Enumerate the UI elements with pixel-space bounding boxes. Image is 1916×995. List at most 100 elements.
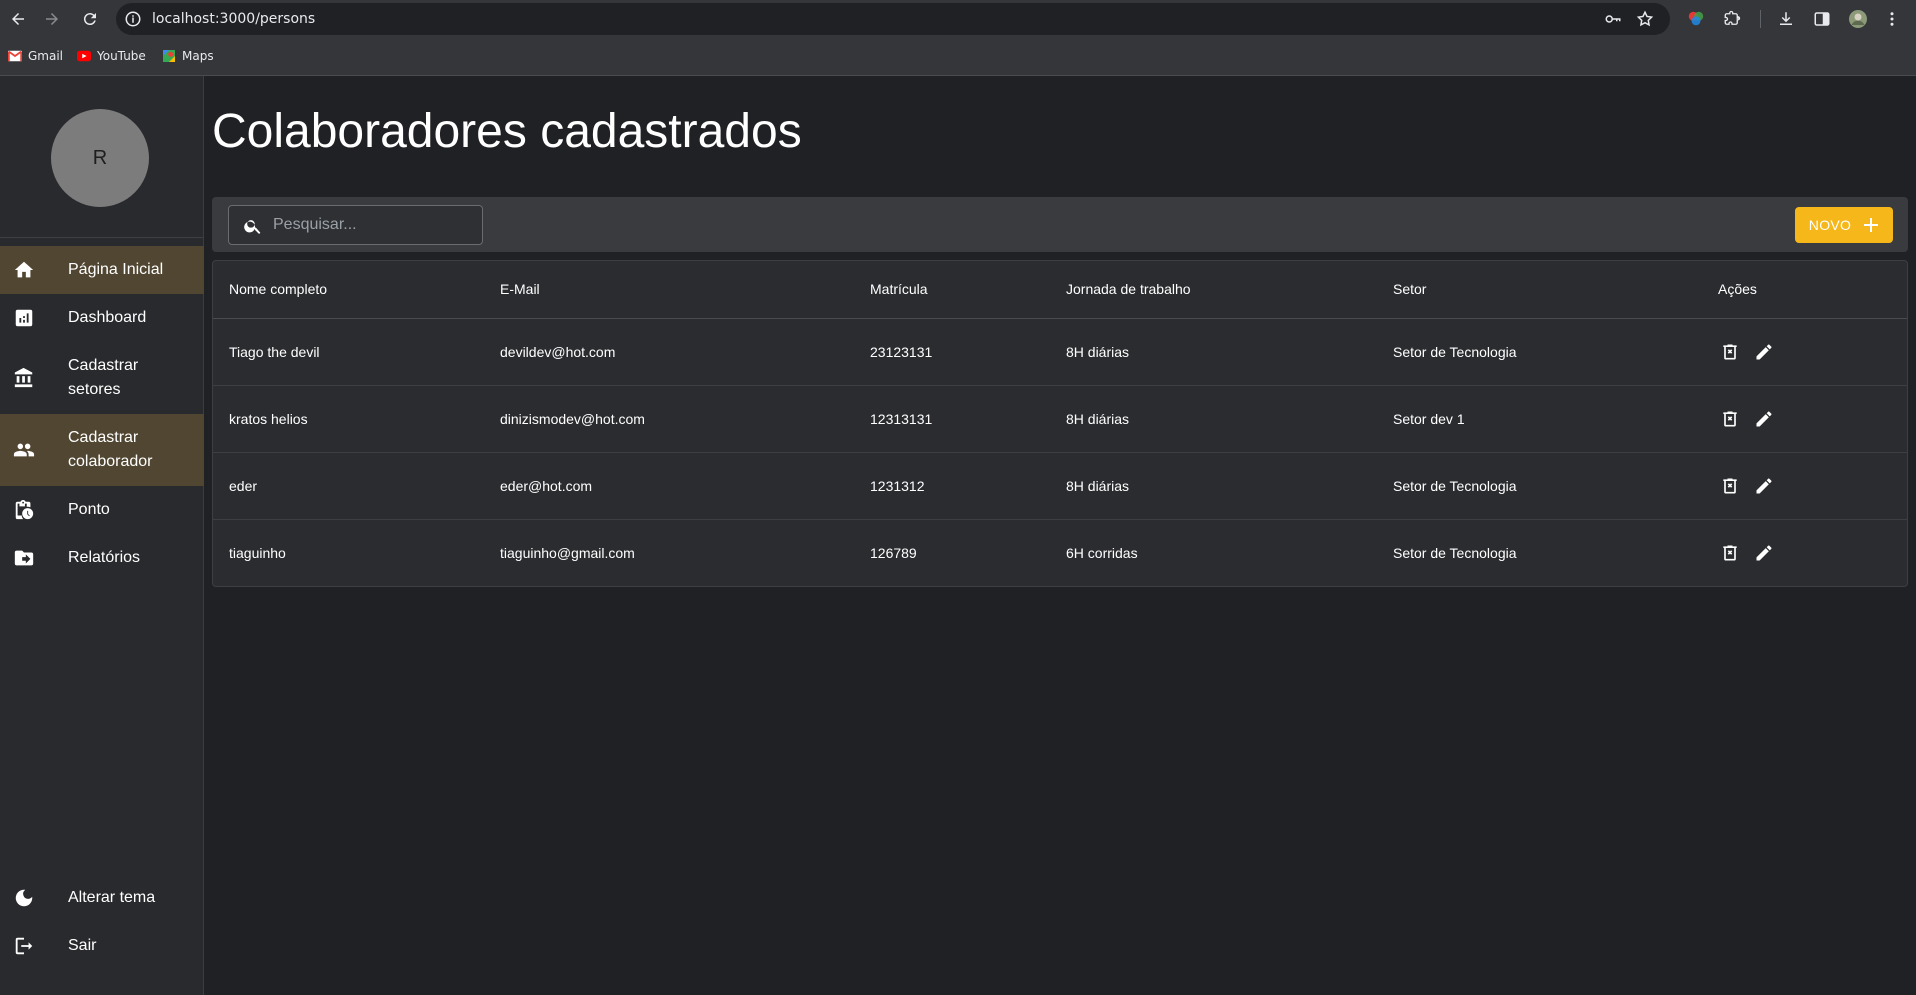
delete-icon[interactable]: [1718, 541, 1742, 565]
edit-icon[interactable]: [1752, 340, 1776, 364]
collaborators-table: Nome completo E-Mail Matrícula Jornada d…: [212, 260, 1908, 587]
cell-jornada: 8H diárias: [1066, 477, 1130, 494]
site-info-icon[interactable]: [124, 10, 142, 28]
edit-icon[interactable]: [1752, 541, 1776, 565]
url-text[interactable]: localhost:3000/persons: [152, 11, 315, 27]
extensions-icon[interactable]: [1722, 9, 1742, 29]
toolbar-separator: [1760, 10, 1761, 28]
cell-setor: Setor de Tecnologia: [1393, 343, 1517, 360]
sidebar-item-cadastrar-colaborador[interactable]: Cadastrar colaborador: [0, 414, 204, 486]
bookmark-label: Maps: [182, 49, 214, 63]
cell-matricula: 12313131: [870, 410, 933, 427]
gmail-icon: [8, 50, 22, 62]
download-icon[interactable]: [1776, 9, 1796, 29]
sidebar-item-cadastrar-setores[interactable]: Cadastrar setores: [0, 342, 204, 414]
delete-icon[interactable]: [1718, 340, 1742, 364]
search-field[interactable]: [228, 205, 483, 245]
cell-setor: Setor dev 1: [1393, 410, 1465, 427]
sidebar-divider: [0, 237, 204, 238]
cell-email: devildev@hot.com: [500, 343, 616, 360]
search-icon: [244, 220, 261, 234]
sidebar-item-ponto[interactable]: Ponto: [0, 486, 204, 534]
column-header-nome[interactable]: Nome completo: [213, 261, 484, 318]
cell-nome: kratos helios: [229, 410, 308, 427]
column-header-jornada[interactable]: Jornada de trabalho: [1050, 261, 1377, 318]
sidebar-item-relatorios[interactable]: Relatórios: [0, 534, 204, 582]
cell-acoes: [1702, 385, 1907, 452]
delete-icon[interactable]: [1718, 407, 1742, 431]
sidebar-item-sair[interactable]: Sair: [0, 922, 204, 970]
bookmark-star-icon[interactable]: [1636, 10, 1654, 28]
search-input[interactable]: [273, 206, 473, 244]
chart-icon: [12, 306, 36, 330]
avatar[interactable]: R: [51, 109, 149, 207]
bank-icon: [12, 366, 36, 390]
browser-menu-icon[interactable]: [1882, 9, 1902, 29]
address-bar[interactable]: localhost:3000/persons: [116, 3, 1670, 35]
sidebar-item-label: Cadastrar setores: [68, 357, 139, 398]
sidebar-item-pagina-inicial[interactable]: Página Inicial: [0, 246, 204, 294]
cell-email: tiaguinho@gmail.com: [500, 544, 635, 561]
column-header-email[interactable]: E-Mail: [484, 261, 854, 318]
cell-matricula: 126789: [870, 544, 917, 561]
cell-email: eder@hot.com: [500, 477, 593, 494]
browser-toolbar: localhost:3000/persons: [0, 0, 1916, 38]
bookmark-maps[interactable]: Maps: [162, 49, 214, 63]
password-key-icon[interactable]: [1604, 10, 1622, 28]
sidebar-item-label: Ponto: [68, 501, 110, 518]
maps-icon: [163, 50, 175, 62]
sidebar-item-alterar-tema[interactable]: Alterar tema: [0, 874, 204, 922]
reload-icon[interactable]: [78, 7, 102, 31]
column-header-matricula[interactable]: Matrícula: [854, 261, 1050, 318]
sidebar-item-label: Dashboard: [68, 309, 147, 326]
bookmark-gmail[interactable]: Gmail: [8, 49, 63, 63]
new-button-label: NOVO: [1808, 217, 1852, 233]
moon-icon: [12, 886, 36, 910]
table-row: eder eder@hot.com 1231312 8H diárias Set…: [213, 452, 1907, 519]
cell-matricula: 23123131: [870, 343, 933, 360]
clipboard-clock-icon: [12, 498, 36, 522]
back-icon[interactable]: [6, 7, 30, 31]
bookmarks-bar: Gmail YouTube Maps: [0, 38, 1916, 76]
forward-icon[interactable]: [40, 7, 64, 31]
sidebar-item-label: Relatórios: [68, 549, 141, 566]
new-collaborator-button[interactable]: NOVO: [1795, 207, 1893, 243]
edit-icon[interactable]: [1752, 474, 1776, 498]
cell-jornada: 8H diárias: [1066, 343, 1130, 360]
home-icon: [12, 258, 36, 282]
bookmark-label: Gmail: [28, 49, 64, 63]
sidebar: R Página Inicial Dashboard Cadastrar set…: [0, 76, 204, 995]
column-header-acoes: Ações: [1718, 281, 1757, 298]
color-extension-icon[interactable]: [1686, 9, 1706, 29]
side-panel-icon[interactable]: [1812, 9, 1832, 29]
table-row: Tiago the devil devildev@hot.com 2312313…: [213, 318, 1907, 385]
plus-icon: [1864, 218, 1879, 232]
sidebar-item-label: Alterar tema: [68, 889, 156, 906]
table-row: tiaguinho tiaguinho@gmail.com 126789 6H …: [213, 519, 1907, 586]
logout-icon: [12, 934, 36, 958]
cell-acoes: [1702, 452, 1907, 519]
sidebar-item-label: Página Inicial: [68, 261, 164, 278]
cell-nome: Tiago the devil: [229, 343, 320, 360]
edit-icon[interactable]: [1752, 407, 1776, 431]
sidebar-item-label: Cadastrar colaborador: [68, 429, 153, 470]
cell-jornada: 6H corridas: [1066, 544, 1138, 561]
cell-jornada: 8H diárias: [1066, 410, 1130, 427]
cell-nome: eder: [229, 477, 258, 494]
cell-matricula: 1231312: [870, 477, 925, 494]
table-row: kratos helios dinizismodev@hot.com 12313…: [213, 385, 1907, 452]
sidebar-item-dashboard[interactable]: Dashboard: [0, 294, 204, 342]
folder-export-icon: [12, 546, 36, 570]
cell-setor: Setor de Tecnologia: [1393, 544, 1517, 561]
delete-icon[interactable]: [1718, 474, 1742, 498]
column-header-setor[interactable]: Setor: [1377, 261, 1702, 318]
bookmark-label: YouTube: [97, 49, 146, 63]
table-toolbar: NOVO: [212, 197, 1908, 252]
table-header-row: Nome completo E-Mail Matrícula Jornada d…: [213, 261, 1907, 318]
cell-email: dinizismodev@hot.com: [500, 410, 645, 427]
cell-acoes: [1702, 519, 1907, 586]
bookmark-youtube[interactable]: YouTube: [77, 49, 146, 63]
sidebar-item-label: Sair: [68, 937, 97, 954]
youtube-icon: [77, 50, 91, 62]
profile-avatar-icon[interactable]: [1848, 9, 1868, 29]
